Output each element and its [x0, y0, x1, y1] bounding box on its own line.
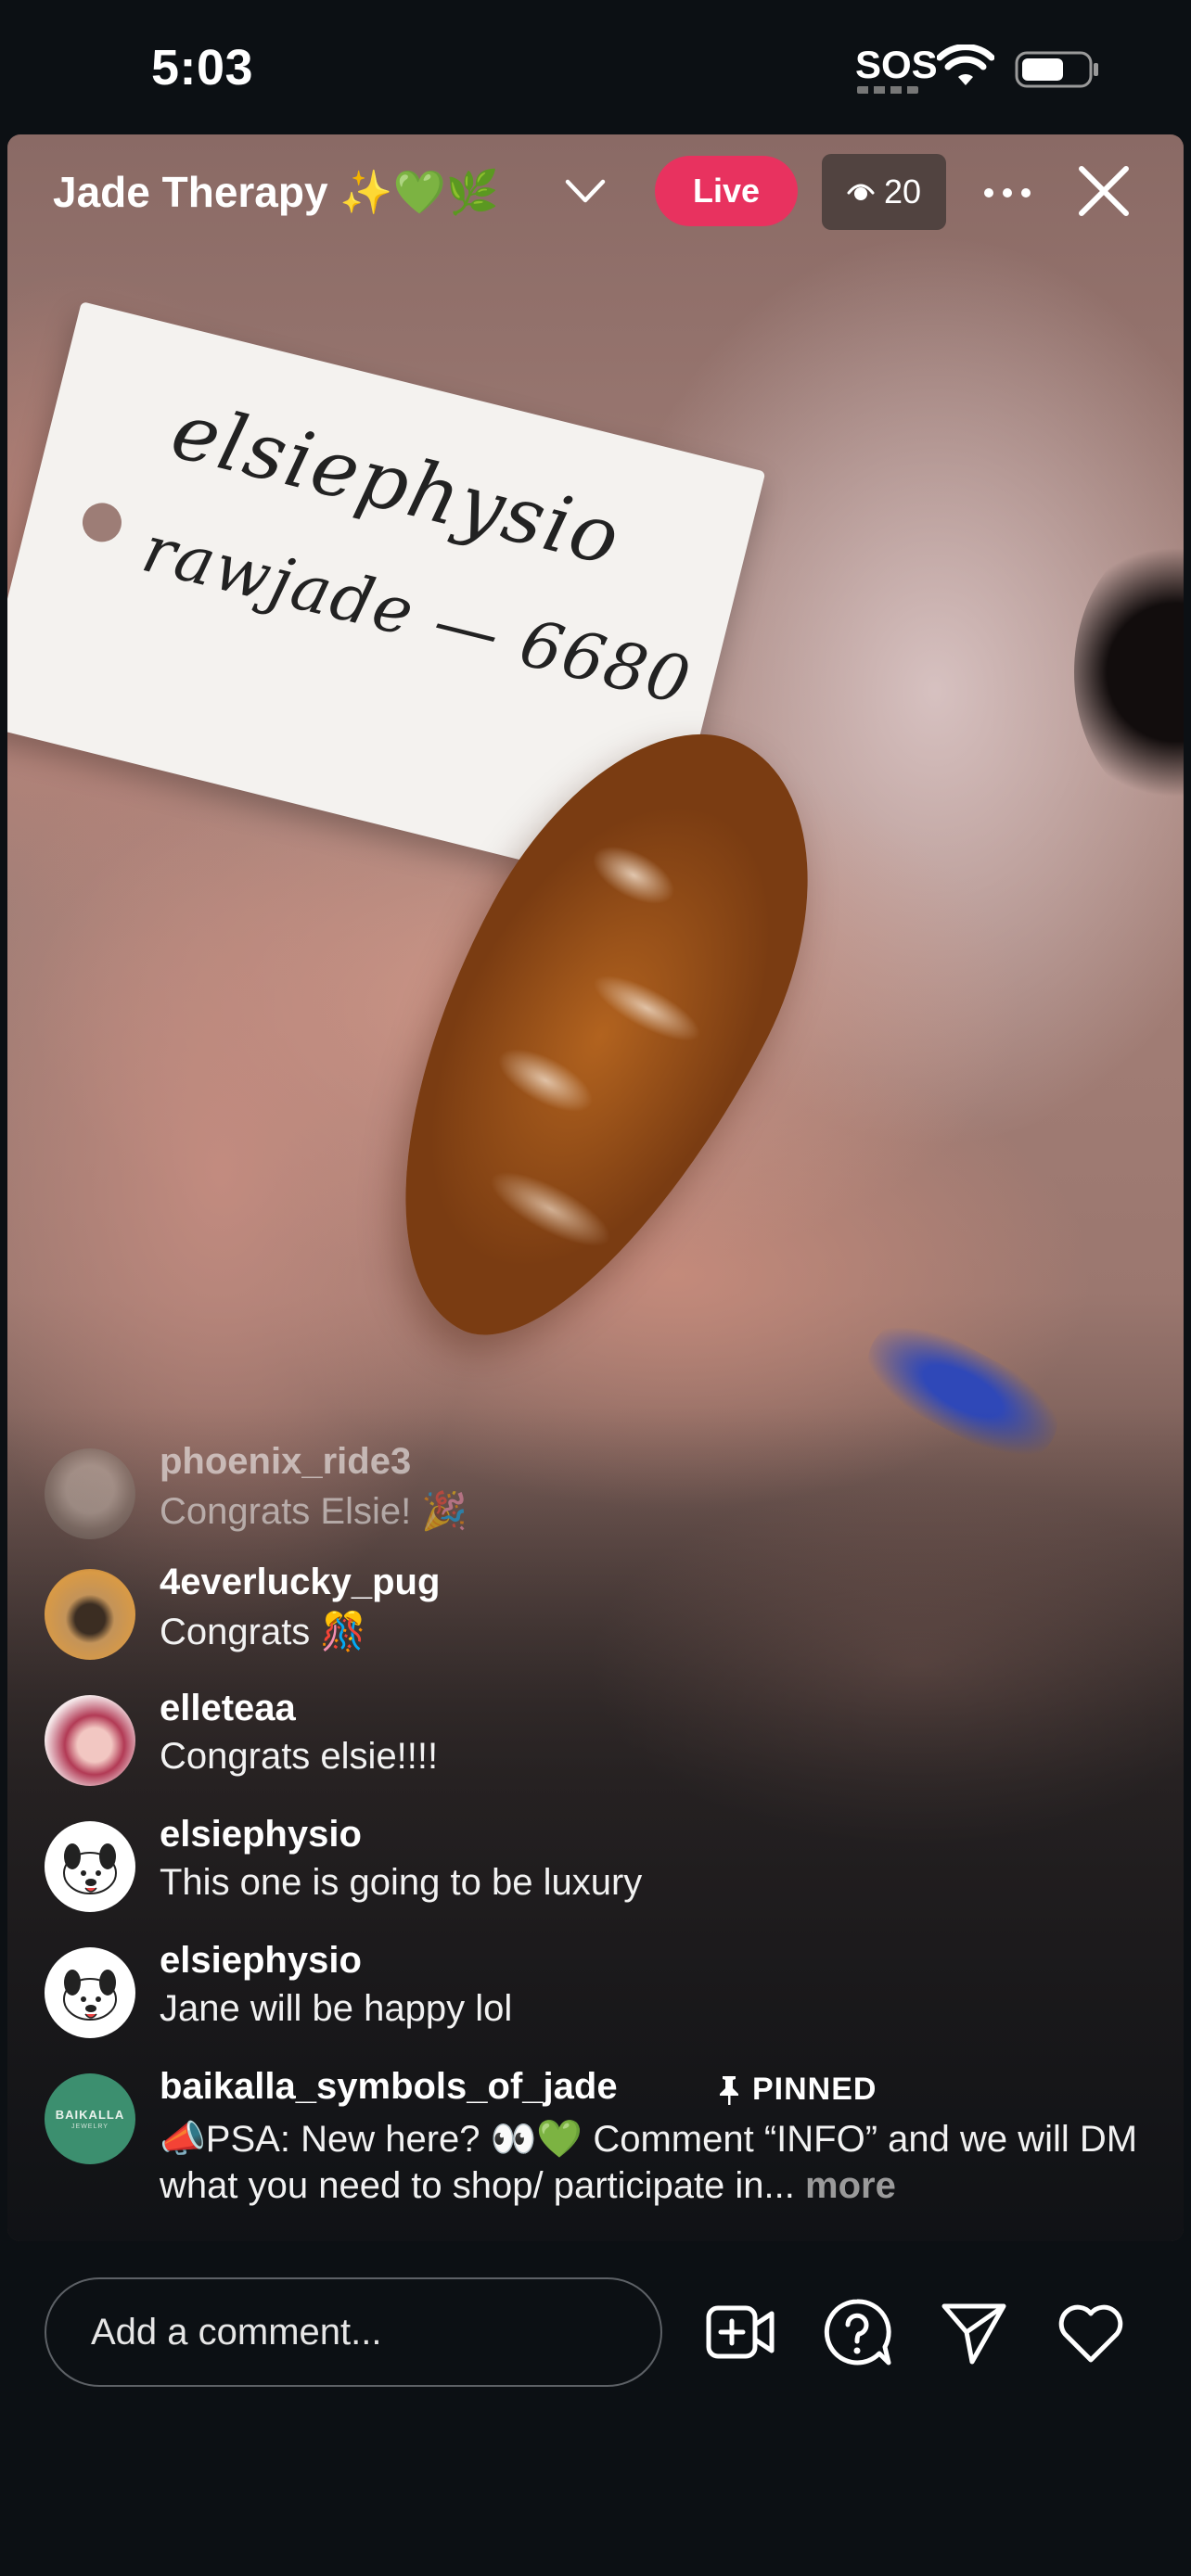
wifi-icon: [937, 45, 994, 85]
comment-text: Congrats Elsie! 🎉: [160, 1491, 468, 1532]
dog-avatar-icon: [63, 1970, 117, 2021]
status-sos: SOS: [855, 43, 938, 86]
avatar[interactable]: [45, 1947, 135, 2038]
avatar[interactable]: [45, 1448, 135, 1539]
add-video-icon[interactable]: [703, 2295, 777, 2369]
comment-text: Congrats elsie!!!!: [160, 1736, 439, 1777]
dog-avatar-icon: [63, 1843, 117, 1894]
avatar[interactable]: [45, 1695, 135, 1786]
avatar[interactable]: [45, 1821, 135, 1912]
pin-icon: [720, 2075, 738, 2105]
close-icon[interactable]: [1076, 163, 1132, 219]
avatar[interactable]: BAIKALLA JEWELRY: [45, 2073, 135, 2164]
status-bar: 5:03 SOS: [0, 0, 1191, 134]
pinned-label: PINNED: [717, 2072, 877, 2108]
status-time: 5:03: [151, 40, 254, 96]
comment-input[interactable]: [45, 2277, 662, 2387]
comment-text: Jane will be happy lol: [160, 1988, 513, 2029]
live-badge: Live: [655, 156, 798, 226]
pinned-text-label: PINNED: [752, 2072, 877, 2107]
question-icon[interactable]: [820, 2295, 894, 2369]
chevron-down-icon[interactable]: [564, 176, 607, 206]
heart-icon[interactable]: [1054, 2295, 1128, 2369]
send-icon[interactable]: [937, 2295, 1011, 2369]
viewer-count: 20: [883, 172, 922, 210]
pinned-comment-text: 📣PSA: New here? 👀💚 Comment “INFO” and we…: [160, 2116, 1143, 2209]
tag-hole: [78, 498, 126, 546]
comment-username[interactable]: elsiephysio: [160, 1940, 362, 1982]
battery-icon: [1015, 51, 1098, 88]
comment-text: This one is going to be luxury: [160, 1862, 643, 1903]
avatar-logo-text: BAIKALLA: [55, 2108, 125, 2122]
more-icon[interactable]: [981, 182, 1033, 204]
avatar-logo-subtext: JEWELRY: [71, 2123, 109, 2130]
live-video[interactable]: elsiephysio rawjade — 6680: [7, 134, 1184, 2241]
comment-username[interactable]: phoenix_ride3: [160, 1441, 411, 1483]
comment-username[interactable]: baikalla_symbols_of_jade: [160, 2066, 618, 2108]
more-link[interactable]: more: [805, 2165, 896, 2206]
viewer-count-badge[interactable]: 20: [822, 154, 946, 230]
bottom-bar: [0, 2241, 1191, 2576]
signal-dots: [857, 86, 918, 94]
comment-username[interactable]: 4everlucky_pug: [160, 1562, 440, 1603]
avatar[interactable]: [45, 1569, 135, 1660]
stream-title[interactable]: Jade Therapy ✨💚🌿: [53, 167, 499, 218]
eye-icon: [847, 184, 875, 200]
comment-text: Congrats 🎊: [160, 1612, 367, 1652]
comment-username[interactable]: elleteaa: [160, 1688, 296, 1729]
comment-username[interactable]: elsiephysio: [160, 1814, 362, 1855]
pinned-message: 📣PSA: New here? 👀💚 Comment “INFO” and we…: [160, 2119, 1138, 2206]
